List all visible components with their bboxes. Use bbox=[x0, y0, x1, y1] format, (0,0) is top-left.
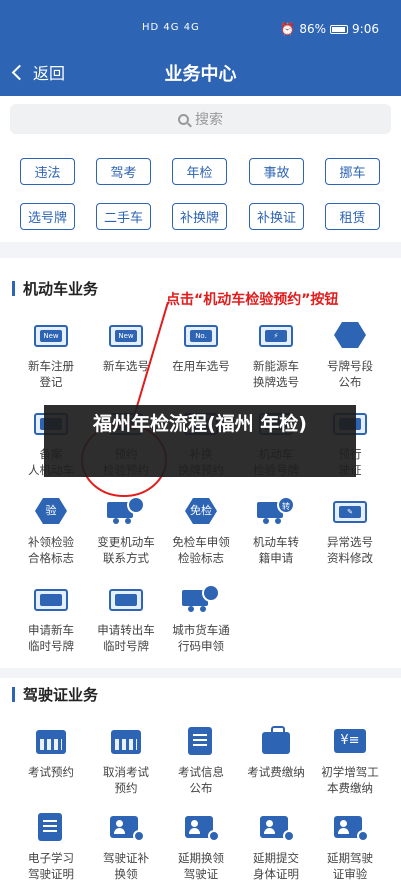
exempt-mark-icon: 免检 bbox=[182, 496, 220, 526]
vehicle-item[interactable]: 转机动车转 籍申请 bbox=[237, 496, 315, 566]
battery-percent: 86% bbox=[299, 22, 327, 36]
extend-health-icon bbox=[257, 812, 295, 842]
vehicle-item-label: 申请转出车 临时号牌 bbox=[97, 623, 155, 653]
contact-change-icon bbox=[107, 496, 145, 526]
section-title-license: 驾驶证业务 bbox=[23, 686, 99, 704]
temp-plate-new-icon bbox=[32, 584, 70, 614]
vehicle-item[interactable]: New 新车选号 bbox=[87, 320, 165, 374]
plate-range-icon bbox=[331, 320, 369, 350]
license-item-label: 考试信息 公布 bbox=[178, 765, 224, 795]
license-item-label: 电子学习 驾驶证明 bbox=[28, 851, 74, 881]
license-item-label: 取消考试 预约 bbox=[103, 765, 149, 795]
vehicle-item[interactable]: 变更机动车 联系方式 bbox=[87, 496, 165, 566]
fee-payment-icon: ¥≡ bbox=[331, 726, 369, 756]
license-section: 驾驶证业务 考试预约 取消考试 预约 考试信息 公布 考试费缴纳 ¥≡ 初学增驾工 本费缴… bbox=[0, 678, 401, 882]
quick-chip[interactable]: 驾考 bbox=[96, 158, 151, 185]
quick-filters: 违法 驾考 年检 事故 挪车选号牌 二手车 补换牌 补换证 租赁 bbox=[0, 146, 401, 242]
license-item-label: 延期换领 驾驶证 bbox=[178, 851, 224, 881]
temp-plate-transfer-icon bbox=[107, 584, 145, 614]
license-replace-icon bbox=[107, 812, 145, 842]
license-item[interactable]: 延期驾驶 证审验 bbox=[311, 812, 389, 882]
new-car-plate-icon: New bbox=[107, 320, 145, 350]
vehicle-item-label: 新能源车 换牌选号 bbox=[253, 359, 299, 389]
vehicle-item-label: 机动车转 籍申请 bbox=[253, 535, 299, 565]
vehicle-item[interactable]: 城市货车通 行码申领 bbox=[162, 584, 240, 654]
vehicle-item[interactable]: No. 在用车选号 bbox=[162, 320, 240, 374]
battery-icon bbox=[330, 24, 349, 34]
vehicle-item-label: 异常选号 资料修改 bbox=[327, 535, 373, 565]
search-input[interactable]: 搜索 bbox=[10, 104, 391, 134]
quick-chip[interactable]: 二手车 bbox=[96, 203, 151, 230]
quick-chip[interactable]: 补换证 bbox=[249, 203, 304, 230]
inspection-mark-icon: 验 bbox=[32, 496, 70, 526]
used-car-plate-icon: No. bbox=[182, 320, 220, 350]
license-item-label: 考试预约 bbox=[28, 765, 74, 779]
exam-info-icon bbox=[182, 726, 220, 756]
vehicle-item-label: 变更机动车 联系方式 bbox=[97, 535, 155, 565]
vehicle-item-label: 城市货车通 行码申领 bbox=[172, 623, 230, 653]
abnormal-edit-icon: ✎ bbox=[331, 496, 369, 526]
license-item-label: 初学增驾工 本费缴纳 bbox=[321, 765, 379, 795]
license-item-label: 考试费缴纳 bbox=[247, 765, 305, 779]
license-item[interactable]: ¥≡ 初学增驾工 本费缴纳 bbox=[311, 726, 389, 796]
vehicle-item[interactable]: 免检免检车申领 检验标志 bbox=[162, 496, 240, 566]
license-item-label: 延期提交 身体证明 bbox=[253, 851, 299, 881]
study-proof-icon bbox=[32, 812, 70, 842]
license-item[interactable]: 电子学习 驾驶证明 bbox=[12, 812, 90, 882]
license-item[interactable]: 考试费缴纳 bbox=[237, 726, 315, 780]
title-overlay: 福州年检流程(福州 年检) bbox=[44, 405, 356, 477]
search-placeholder: 搜索 bbox=[195, 112, 223, 128]
quick-chip[interactable]: 年检 bbox=[172, 158, 227, 185]
vehicle-item[interactable]: 申请新车 临时号牌 bbox=[12, 584, 90, 654]
page-title: 业务中心 bbox=[164, 64, 237, 85]
transfer-icon: 转 bbox=[257, 496, 295, 526]
vehicle-item[interactable]: 号牌号段 公布 bbox=[311, 320, 389, 390]
exam-booking-icon bbox=[32, 726, 70, 756]
vehicle-item[interactable]: 申请转出车 临时号牌 bbox=[87, 584, 165, 654]
vehicle-item-label: 新车选号 bbox=[103, 359, 149, 373]
vehicle-item-label: 免检车申领 检验标志 bbox=[172, 535, 230, 565]
section-title-vehicle: 机动车业务 bbox=[23, 280, 99, 298]
license-item[interactable]: 驾驶证补 换领 bbox=[87, 812, 165, 882]
quick-chip[interactable]: 违法 bbox=[20, 158, 75, 185]
quick-chip[interactable]: 选号牌 bbox=[20, 203, 75, 230]
license-item[interactable]: 考试信息 公布 bbox=[162, 726, 240, 796]
alarm-icon: ⏰ bbox=[280, 22, 296, 36]
quick-chip[interactable]: 事故 bbox=[249, 158, 304, 185]
nav-bar: 返回 业务中心 bbox=[0, 48, 401, 96]
vehicle-item-label: 新车注册 登记 bbox=[28, 359, 74, 389]
license-item-label: 延期驾驶 证审验 bbox=[327, 851, 373, 881]
license-item[interactable]: 延期换领 驾驶证 bbox=[162, 812, 240, 882]
vehicle-item[interactable]: 验补领检验 合格标志 bbox=[12, 496, 90, 566]
extend-renew-icon bbox=[182, 812, 220, 842]
exam-fee-icon bbox=[257, 726, 295, 756]
truck-pass-icon bbox=[182, 584, 220, 614]
annotation-text: 点击“机动车检验预约”按钮 bbox=[166, 292, 339, 308]
ev-plate-icon: ⚡ bbox=[257, 320, 295, 350]
signal-indicator: HD 4G 4G bbox=[142, 22, 200, 33]
extend-review-icon bbox=[331, 812, 369, 842]
license-item[interactable]: 延期提交 身体证明 bbox=[237, 812, 315, 882]
clock: 9:06 bbox=[352, 22, 379, 36]
quick-chip[interactable]: 挪车 bbox=[325, 158, 380, 185]
vehicle-item[interactable]: ✎ 异常选号 资料修改 bbox=[311, 496, 389, 566]
new-car-register-icon: New bbox=[32, 320, 70, 350]
quick-chip[interactable]: 租赁 bbox=[325, 203, 380, 230]
license-item-label: 驾驶证补 换领 bbox=[103, 851, 149, 881]
quick-chip[interactable]: 补换牌 bbox=[172, 203, 227, 230]
vehicle-item-label: 号牌号段 公布 bbox=[327, 359, 373, 389]
vehicle-item-label: 申请新车 临时号牌 bbox=[28, 623, 74, 653]
vehicle-item-label: 补领检验 合格标志 bbox=[28, 535, 74, 565]
license-item[interactable]: 考试预约 bbox=[12, 726, 90, 780]
vehicle-item[interactable]: New 新车注册 登记 bbox=[12, 320, 90, 390]
license-item[interactable]: 取消考试 预约 bbox=[87, 726, 165, 796]
vehicle-item-label: 在用车选号 bbox=[172, 359, 230, 373]
search-icon bbox=[178, 113, 189, 125]
vehicle-item[interactable]: ⚡ 新能源车 换牌选号 bbox=[237, 320, 315, 390]
cancel-exam-icon bbox=[107, 726, 145, 756]
